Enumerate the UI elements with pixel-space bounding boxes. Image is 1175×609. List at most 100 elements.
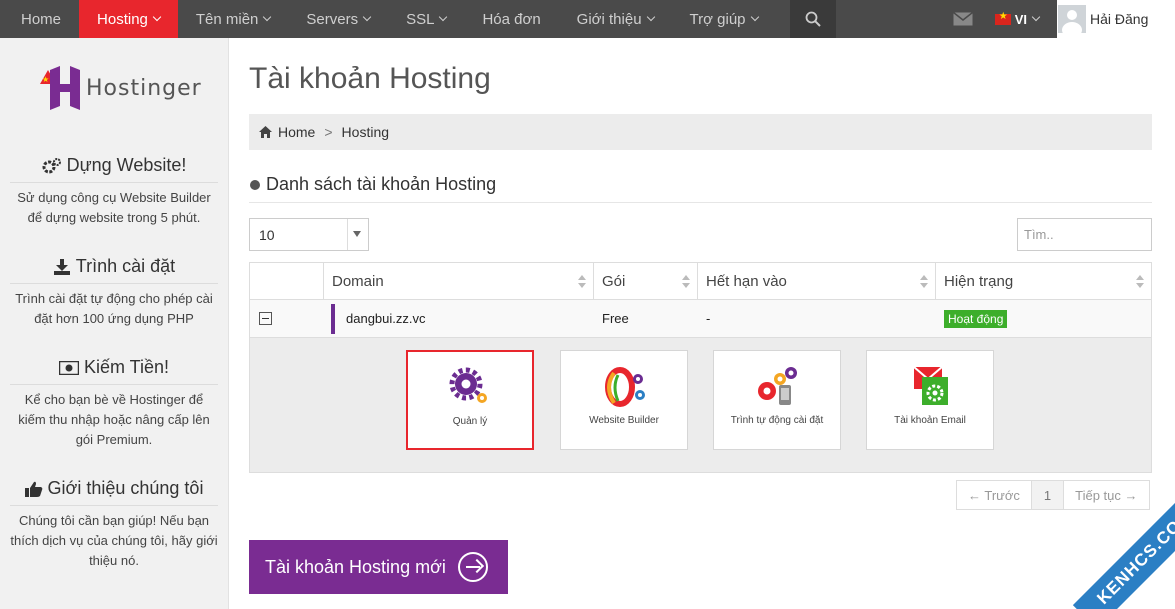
sidebar-title-text: Dựng Website! [66, 155, 187, 175]
nav-item-ssl[interactable]: SSL [388, 0, 464, 38]
nav-right: VI Hải Đăng [935, 0, 1175, 38]
sidebar-block-text: Trình cài đặt tự động cho phép cài đặt h… [15, 291, 213, 326]
table-search-input[interactable] [1017, 218, 1152, 251]
sidebar-title-text: Trình cài đặt [75, 256, 176, 276]
sidebar-block-title: Kiếm Tiền! [10, 357, 218, 385]
nav-item-about[interactable]: Giới thiệu [559, 0, 672, 38]
nav-item-help[interactable]: Trợ giúp [672, 0, 776, 38]
gear-icon [449, 367, 487, 403]
column-header-domain[interactable]: Domain [324, 263, 594, 299]
expiry-value: - [706, 311, 711, 326]
collapse-icon[interactable] [259, 312, 272, 325]
home-icon [259, 126, 272, 138]
user-name: Hải Đăng [1090, 11, 1149, 27]
sidebar-block-refer: Giới thiệu chúng tôi Chúng tôi cần bạn g… [10, 478, 218, 571]
column-header-expand [250, 263, 324, 299]
hostinger-logo: ★ Hostinger [40, 66, 201, 110]
user-menu[interactable]: Hải Đăng [1057, 0, 1175, 38]
column-header-plan[interactable]: Gói [594, 263, 698, 299]
tile-website-builder[interactable]: Website Builder [560, 350, 688, 450]
table-row[interactable]: dangbui.zz.vc Free - Hoạt động [250, 300, 1151, 338]
nav-item-label: Giới thiệu [576, 10, 642, 28]
chevron-down-icon [439, 12, 448, 22]
column-header-status[interactable]: Hiện trạng [936, 263, 1151, 299]
section-title-text: Danh sách tài khoản Hosting [266, 174, 497, 194]
chevron-down-icon [362, 12, 372, 22]
pagination-next[interactable]: Tiếp tục → [1064, 481, 1148, 509]
chevron-down-icon [263, 12, 272, 22]
status-badge: Hoạt động [944, 309, 1008, 328]
envelope-icon [952, 12, 973, 26]
money-icon [58, 360, 79, 375]
nav-item-label: Tên miền [195, 10, 259, 28]
nav-item-label: Hóa đơn [482, 10, 541, 28]
page-length-select[interactable]: 10 [249, 218, 369, 251]
breadcrumb: Home > Hosting [249, 114, 1152, 150]
hosting-table: Domain Gói Hết hạn vào Hiện trạng dangbu… [249, 262, 1152, 473]
tile-manage[interactable]: Quản lý [406, 350, 534, 450]
globe-icon [250, 180, 260, 190]
avatar [1058, 5, 1086, 33]
chevron-down-icon [152, 12, 162, 22]
nav-item-label: Trợ giúp [689, 10, 746, 28]
tile-label: Website Builder [589, 415, 659, 426]
column-header-label: Hết hạn vào [706, 272, 787, 290]
tile-label: Quản lý [452, 416, 488, 427]
row-expand-cell [250, 300, 324, 337]
column-header-label: Domain [332, 272, 384, 290]
nav-item-invoices[interactable]: Hóa đơn [464, 0, 558, 38]
language-switcher[interactable]: VI [991, 0, 1043, 38]
nav-item-servers[interactable]: Servers [288, 0, 388, 38]
logo-text: Hostinger [86, 76, 201, 101]
sidebar-block-builder: Dựng Website! Sử dụng công cụ Website Bu… [10, 155, 218, 228]
breadcrumb-separator: > [324, 124, 333, 140]
thumbs-up-icon [24, 481, 42, 497]
nav-item-label: Servers [306, 10, 359, 28]
status-cell: Hoạt động [936, 300, 1151, 337]
new-hosting-account-button[interactable]: Tài khoản Hosting mới [249, 540, 508, 594]
pagination-prev[interactable]: ← Trước [957, 481, 1032, 509]
page-title: Tài khoản Hosting [249, 62, 491, 95]
domain-value: dangbui.zz.vc [346, 311, 426, 326]
sidebar-block-earn: Kiếm Tiền! Kể cho bạn bè về Hostinger để… [10, 357, 218, 450]
sidebar-block-text: Kể cho bạn bè về Hostinger để kiếm thu n… [18, 392, 210, 447]
domain-accent-bar [331, 303, 335, 334]
row-detail-panel: Quản lý Website Builder Trình tự động cà… [250, 338, 1151, 472]
download-icon [53, 258, 70, 275]
language-label: VI [1014, 11, 1027, 27]
sidebar-block-title: Dựng Website! [10, 155, 218, 183]
sidebar-block-text: Sử dụng công cụ Website Builder để dựng … [17, 190, 211, 225]
email-icon [913, 366, 948, 405]
column-header-label: Hiện trạng [944, 272, 1014, 290]
svg-text:★: ★ [42, 75, 49, 84]
select-divider [347, 219, 348, 250]
expiry-cell: - [698, 300, 936, 337]
nav-search-button[interactable] [789, 0, 836, 38]
chevron-down-icon [646, 12, 655, 22]
pagination-current-page[interactable]: 1 [1031, 481, 1065, 509]
nav-item-domains[interactable]: Tên miền [178, 0, 289, 38]
sidebar-block-title: Giới thiệu chúng tôi [10, 478, 218, 506]
chevron-down-icon [1031, 12, 1041, 22]
column-header-expiry[interactable]: Hết hạn vào [698, 263, 936, 299]
tile-label: Trình tự động cài đặt [730, 415, 824, 426]
tile-email-accounts[interactable]: Tài khoản Email [866, 350, 994, 450]
sidebar-title-text: Kiếm Tiền! [83, 357, 170, 377]
domain-cell: dangbui.zz.vc [324, 300, 594, 337]
vietnam-flag-icon [994, 11, 1011, 25]
nav-item-label: Home [21, 10, 62, 28]
nav-mail-button[interactable] [935, 0, 991, 38]
page-length-value: 10 [259, 227, 275, 243]
gears-icon [42, 157, 61, 173]
breadcrumb-home[interactable]: Home [278, 124, 315, 140]
sidebar-block-text: Chúng tôi cần bạn giúp! Nếu bạn thích dị… [10, 513, 218, 568]
tile-auto-installer[interactable]: Trình tự động cài đặt [713, 350, 841, 450]
nav-item-home[interactable]: Home [0, 0, 79, 38]
arrow-right-circle-icon [457, 552, 488, 582]
sort-icon [920, 275, 928, 289]
sort-icon [578, 275, 586, 289]
search-icon [805, 11, 821, 27]
table-header: Domain Gói Hết hạn vào Hiện trạng [250, 263, 1151, 300]
nav-item-hosting[interactable]: Hosting [79, 0, 178, 38]
sidebar: ★ Hostinger Dựng Website! Sử dụng công c… [0, 38, 229, 609]
